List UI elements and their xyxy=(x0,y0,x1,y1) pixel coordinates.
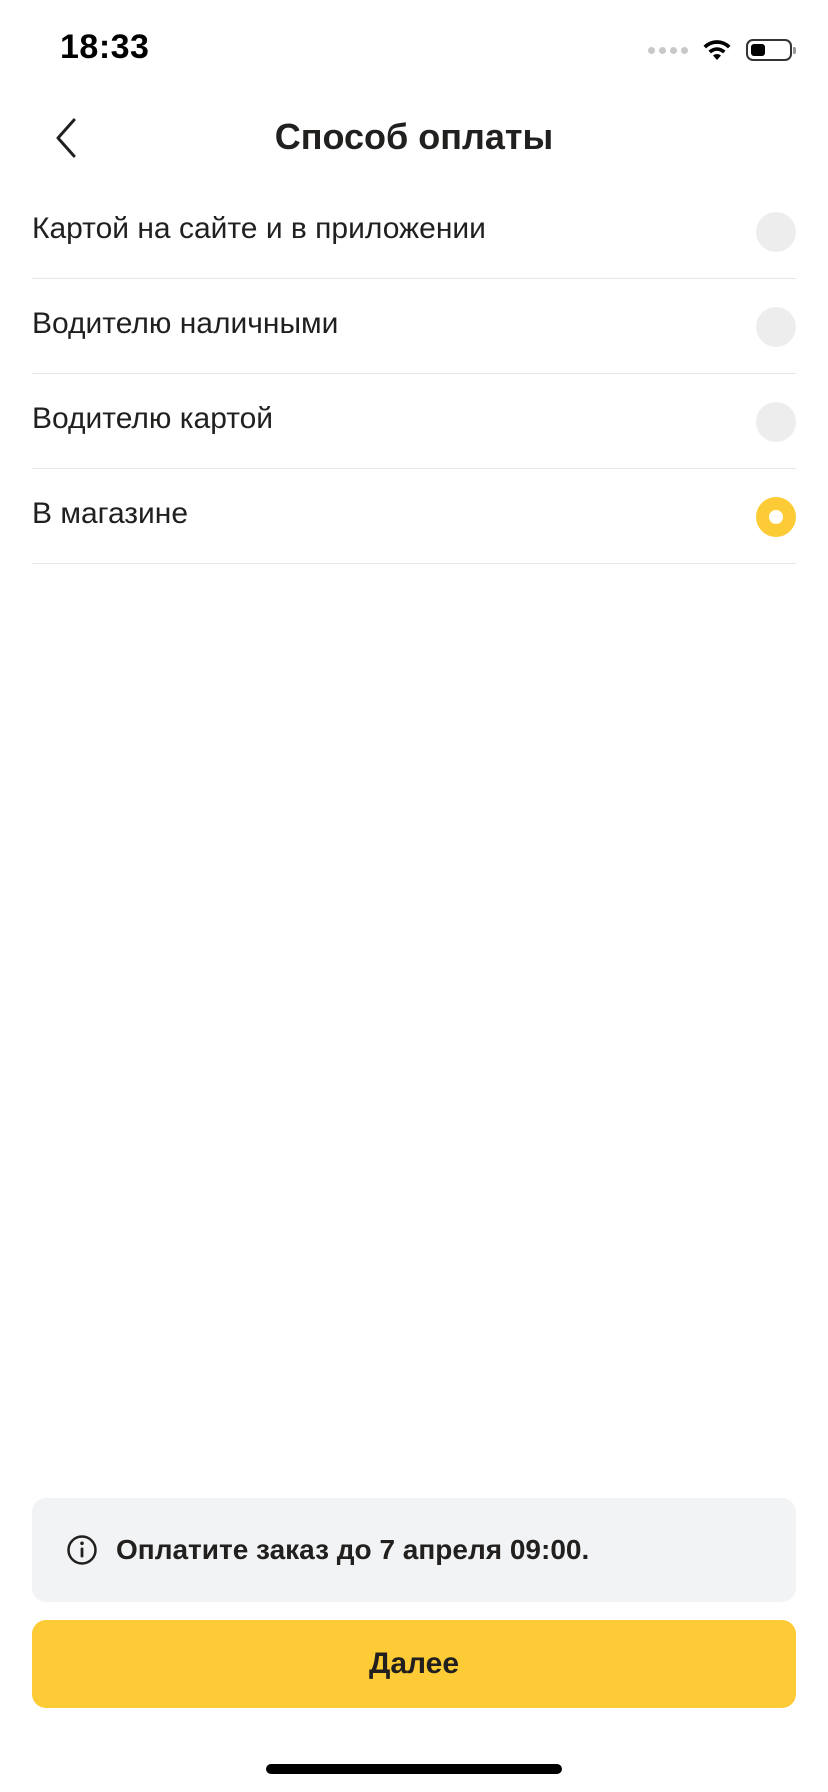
status-bar: 18:33 xyxy=(0,0,828,100)
radio-button-selected[interactable] xyxy=(756,497,796,537)
payment-option-card-online[interactable]: Картой на сайте и в приложении xyxy=(32,184,796,279)
info-text: Оплатите заказ до 7 апреля 09:00. xyxy=(116,1534,590,1565)
payment-options-list: Картой на сайте и в приложении Водителю … xyxy=(32,184,796,564)
radio-button[interactable] xyxy=(756,212,796,252)
payment-option-label: В магазине xyxy=(32,497,189,530)
radio-button[interactable] xyxy=(756,307,796,347)
payment-option-cash-to-driver[interactable]: Водителю наличными xyxy=(32,279,796,374)
status-time: 18:33 xyxy=(60,28,150,66)
home-indicator xyxy=(266,1764,562,1774)
battery-icon xyxy=(746,39,796,61)
info-icon xyxy=(67,1535,97,1565)
radio-button[interactable] xyxy=(756,402,796,442)
next-button[interactable]: Далее xyxy=(32,1620,796,1708)
payment-option-label: Картой на сайте и в приложении xyxy=(32,212,486,245)
payment-option-label: Водителю наличными xyxy=(32,307,339,340)
status-icons xyxy=(648,36,796,64)
payment-option-in-store[interactable]: В магазине xyxy=(32,469,796,564)
payment-option-label: Водителю картой xyxy=(32,402,274,435)
payment-option-card-to-driver[interactable]: Водителю картой xyxy=(32,374,796,469)
wifi-icon xyxy=(703,40,731,60)
header: Способ оплаты xyxy=(0,100,828,176)
signal-dots-icon xyxy=(648,46,688,54)
info-banner: Оплатите заказ до 7 апреля 09:00. xyxy=(32,1498,796,1602)
page-title: Способ оплаты xyxy=(274,116,554,157)
